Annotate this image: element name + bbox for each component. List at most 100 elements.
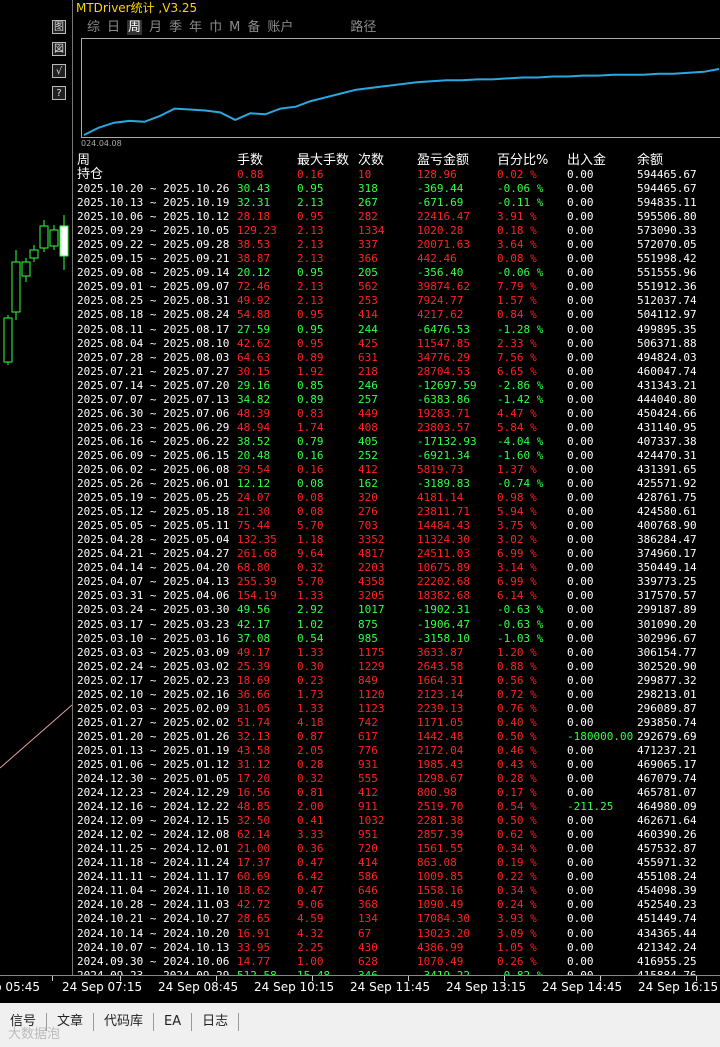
cell-bal: 551555.96: [637, 266, 697, 280]
cell-io: 0.00: [567, 631, 594, 645]
cell-week: 2025.02.17 ~ 2025.02.23: [77, 673, 230, 687]
cell-io: 0.00: [567, 772, 594, 786]
tab-2[interactable]: 周: [127, 20, 143, 35]
cell-lots: 49.17: [237, 645, 271, 659]
toolbar-icon-0[interactable]: 图: [52, 20, 66, 34]
cell-pct: 0.43 %: [497, 757, 537, 771]
tab-0[interactable]: 综: [87, 20, 100, 35]
cell-count: 742: [358, 715, 378, 729]
cell-pct: 0.26 %: [497, 954, 537, 968]
cell-bal: 460390.26: [637, 828, 697, 842]
cell-week: 2025.09.29 ~ 2025.10.05: [77, 224, 230, 238]
cell-pnl: -1906.47: [417, 617, 470, 631]
tab-5[interactable]: 年: [189, 20, 202, 35]
holding-percent: 0.02 %: [497, 168, 537, 181]
cell-lots: 20.12: [237, 266, 271, 280]
cell-lots: 21.00: [237, 842, 271, 856]
cell-week: 2025.10.20 ~ 2025.10.26: [77, 182, 230, 196]
cell-pnl: 2239.13: [417, 701, 464, 715]
cell-lots: 16.56: [237, 786, 271, 800]
cell-pnl: 2123.14: [417, 687, 464, 701]
table-row: 2025.01.06 ~ 2025.01.12 31.12 0.28 931 1985.…: [77, 758, 720, 772]
header-week: 周: [77, 153, 91, 168]
cell-bal: 454098.39: [637, 884, 697, 898]
toolbox-tab-2[interactable]: 代码库: [94, 1013, 155, 1031]
toolbar-icon-2[interactable]: √: [52, 64, 66, 78]
cell-lots: 18.69: [237, 673, 271, 687]
cell-pct: 4.47 %: [497, 406, 537, 420]
cell-count: 67: [358, 926, 372, 940]
cell-lots: 25.39: [237, 659, 271, 673]
cell-io: 0.00: [567, 715, 594, 729]
table-row: 2024.12.16 ~ 2024.12.22 48.85 2.00 911 2519.…: [77, 800, 720, 814]
cell-pct: 3.91 %: [497, 210, 537, 224]
table-row: 2025.05.26 ~ 2025.06.01 12.12 0.08 162 -3189…: [77, 477, 720, 491]
cell-pnl: 1020.28: [417, 224, 464, 238]
toolbox-tab-3[interactable]: EA: [154, 1013, 193, 1031]
cell-io: 0.00: [567, 561, 594, 575]
cell-count: 366: [358, 252, 378, 266]
cell-bal: 306154.77: [637, 645, 697, 659]
cell-bal: 471237.21: [637, 743, 697, 757]
cell-io: 0.00: [567, 954, 594, 968]
table-row: 2025.07.21 ~ 2025.07.27 30.15 1.92 218 28704…: [77, 365, 720, 379]
table-row: 2025.03.17 ~ 2025.03.23 42.17 1.02 875 -1906…: [77, 618, 720, 632]
cell-io: 0.00: [567, 645, 594, 659]
table-row: 2024.11.25 ~ 2024.12.01 21.00 0.36 720 1561.…: [77, 842, 720, 856]
cell-pct: 0.72 %: [497, 687, 537, 701]
cell-bal: 499895.35: [637, 322, 697, 336]
cell-io: -180000.00: [567, 729, 634, 743]
tab-4[interactable]: 季: [169, 20, 182, 35]
cell-lots: 32.13: [237, 729, 271, 743]
table-row: 2025.10.06 ~ 2025.10.12 28.18 0.95 282 22416…: [77, 210, 720, 224]
table-row-holding: 持仓 0.88 0.16 10 128.96 0.02 % 0.00 59446…: [77, 168, 720, 182]
cell-week: 2024.10.28 ~ 2024.11.03: [77, 898, 230, 912]
table-row: 2024.11.11 ~ 2024.11.17 60.69 6.42 586 1009.…: [77, 870, 720, 884]
cell-lots: 29.54: [237, 462, 271, 476]
cell-max: 1.00: [297, 954, 324, 968]
cell-pnl: -3189.83: [417, 477, 470, 491]
cell-pnl: 3633.87: [417, 645, 464, 659]
cell-count: 951: [358, 828, 378, 842]
cell-pnl: 22416.47: [417, 210, 470, 224]
tab-1[interactable]: 日: [107, 20, 120, 35]
toolbar-icon-1[interactable]: 図: [52, 42, 66, 56]
cell-max: 0.32: [297, 561, 324, 575]
tab-7[interactable]: M: [229, 20, 240, 35]
tab-3[interactable]: 月: [149, 20, 162, 35]
holding-max: 0.16: [297, 168, 324, 181]
table-row: 2025.09.29 ~ 2025.10.05 129.23 2.13 1334 102…: [77, 224, 720, 238]
cell-lots: 20.48: [237, 448, 271, 462]
time-label: p 05:45: [0, 980, 41, 994]
table-row: 2025.08.18 ~ 2025.08.24 54.88 0.95 414 4217.…: [77, 308, 720, 322]
cell-count: 631: [358, 350, 378, 364]
cell-pnl: 20071.63: [417, 238, 470, 252]
toolbox-tab-4[interactable]: 日志: [192, 1013, 240, 1031]
header-count: 次数: [358, 153, 385, 168]
moving-average-line: [0, 704, 72, 769]
cell-lots: 255.39: [237, 575, 277, 589]
cell-max: 0.95: [297, 336, 324, 350]
cell-max: 0.41: [297, 814, 324, 828]
cell-count: 776: [358, 743, 378, 757]
cell-week: 2025.10.06 ~ 2025.10.12: [77, 210, 230, 224]
cell-max: 0.16: [297, 448, 324, 462]
toolbar-icon-3[interactable]: ?: [52, 86, 66, 100]
cell-io: 0.00: [567, 842, 594, 856]
cell-bal: 551912.36: [637, 280, 697, 294]
table-row: 2025.10.20 ~ 2025.10.26 30.43 0.95 318 -369.…: [77, 182, 720, 196]
cell-bal: 595506.80: [637, 210, 697, 224]
tab-9[interactable]: 账户: [267, 20, 293, 35]
cell-lots: 42.17: [237, 617, 271, 631]
time-axis: p 05:45 24 Sep 07:15 24 Sep 08:45 24 Sep 10…: [0, 975, 720, 999]
cell-max: 0.95: [297, 266, 324, 280]
cell-pct: 0.50 %: [497, 729, 537, 743]
table-row: 2025.05.19 ~ 2025.05.25 24.07 0.08 320 4181.…: [77, 491, 720, 505]
cell-lots: 17.20: [237, 772, 271, 786]
tab-6[interactable]: 巾: [209, 20, 222, 35]
cell-pct: 6.65 %: [497, 364, 537, 378]
tab-10[interactable]: 路径: [350, 20, 376, 35]
tab-8[interactable]: 备: [247, 20, 260, 35]
cell-pct: 0.56 %: [497, 673, 537, 687]
table-header-row: 周 手数 最大手数 次数 盈亏金额 百分比% 出入金 余额: [77, 153, 720, 168]
